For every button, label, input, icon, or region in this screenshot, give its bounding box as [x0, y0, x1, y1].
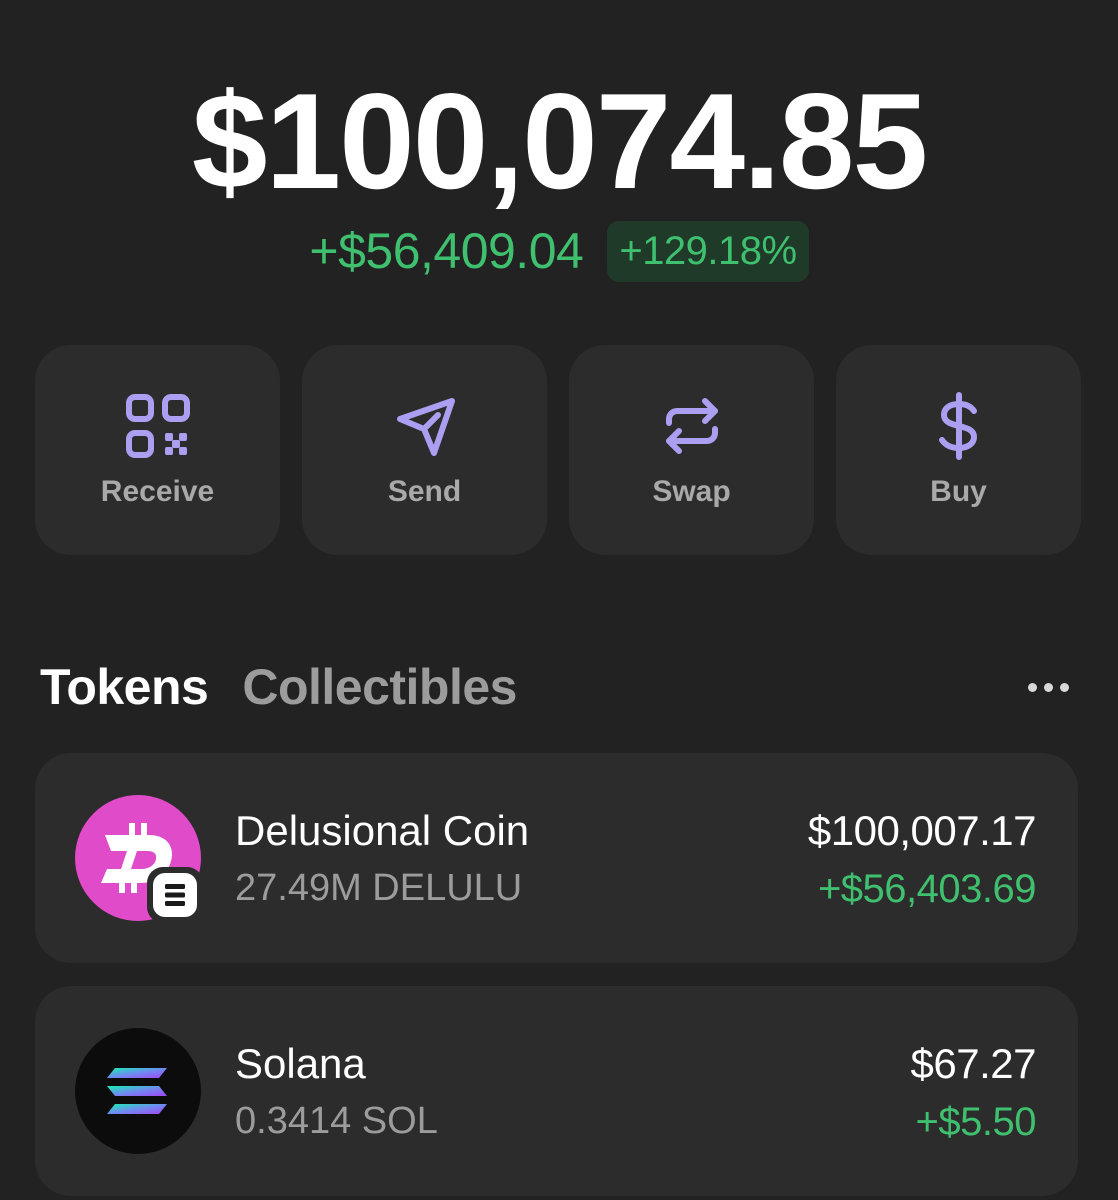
wallet-screen: $100,074.85 +$56,409.04 +129.18% Receive…	[0, 0, 1118, 1200]
asset-tabs: Tokens Collectibles	[40, 658, 517, 722]
swap-button[interactable]: Swap	[569, 345, 814, 555]
portfolio-change-row: +$56,409.04 +129.18%	[0, 218, 1118, 284]
buy-label: Buy	[930, 475, 987, 508]
token-name: Solana	[235, 1040, 366, 1087]
token-amount: 0.3414 SOL	[235, 1100, 438, 1142]
token-value: $67.27	[910, 1040, 1037, 1087]
more-dot-icon	[1027, 682, 1037, 692]
more-options-button[interactable]	[1018, 672, 1078, 702]
buy-button[interactable]: Buy	[836, 345, 1081, 555]
receive-label: Receive	[100, 475, 215, 508]
token-row-delusional-coin[interactable]: Delusional Coin 27.49M DELULU $100,007.1…	[35, 753, 1078, 963]
token-name: Delusional Coin	[235, 807, 530, 854]
send-button[interactable]: Send	[302, 345, 547, 555]
more-dot-icon	[1043, 682, 1053, 692]
swap-label: Swap	[652, 475, 731, 508]
portfolio-change-percent-badge: +129.18%	[607, 220, 809, 282]
token-value: $100,007.17	[807, 807, 1037, 854]
portfolio-balance: $100,074.85	[191, 65, 928, 217]
solana-icon	[75, 1028, 201, 1154]
action-buttons: Receive Send Swap Buy	[35, 345, 1081, 555]
more-dot-icon	[1059, 682, 1069, 692]
solana-badge-icon	[147, 867, 201, 921]
delulu-coin-icon	[75, 795, 201, 921]
send-icon	[396, 398, 455, 456]
token-change: +$5.50	[915, 1100, 1037, 1144]
tab-collectibles[interactable]: Collectibles	[242, 658, 517, 716]
token-change: +$56,403.69	[817, 867, 1037, 911]
dollar-icon	[938, 392, 977, 460]
swap-icon	[665, 398, 718, 454]
portfolio-change-amount: +$56,409.04	[309, 223, 584, 279]
token-row-solana[interactable]: Solana 0.3414 SOL $67.27 +$5.50	[35, 986, 1078, 1196]
qr-code-icon	[125, 394, 190, 458]
tab-tokens[interactable]: Tokens	[40, 658, 209, 716]
token-amount: 27.49M DELULU	[235, 867, 523, 909]
send-label: Send	[387, 475, 462, 508]
receive-button[interactable]: Receive	[35, 345, 280, 555]
